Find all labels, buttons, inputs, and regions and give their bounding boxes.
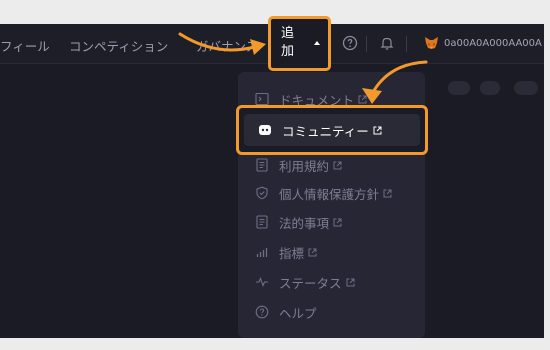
wallet-address: 0a00A0A000AA00A — [444, 37, 542, 49]
menu-item-community[interactable]: コミュニティー — [244, 114, 420, 146]
menu-item-community-highlight: コミュニティー — [236, 105, 428, 155]
right-margin — [544, 0, 550, 350]
menu-item-terms[interactable]: 利用規約 — [238, 152, 425, 178]
menu-item-label: 法的事項 — [279, 215, 330, 231]
external-link-icon — [346, 278, 355, 286]
menu-item-label: ヘルプ — [279, 305, 317, 321]
nav-item-profile[interactable]: フィール — [0, 36, 50, 55]
menu-item-label: 利用規約 — [279, 158, 330, 174]
more-menu-button[interactable]: 追 加 — [268, 16, 331, 71]
external-link-icon — [383, 189, 392, 197]
terminal-icon — [255, 92, 269, 106]
menu-item-label: 個人情報保護方針 — [279, 186, 380, 202]
annotation-arrow-icon — [178, 32, 266, 55]
menu-item-label: 指標 — [279, 245, 305, 261]
nav-divider — [406, 36, 407, 52]
bar-chart-icon — [256, 248, 268, 257]
menu-item-status[interactable]: ステータス — [238, 269, 425, 295]
help-circle-icon[interactable] — [342, 35, 358, 51]
menu-item-legal[interactable]: 法的事項 — [238, 209, 425, 235]
bottom-margin — [0, 338, 550, 350]
menu-item-privacy[interactable]: 個人情報保護方針 — [238, 180, 425, 206]
annotation-arrow-icon — [362, 60, 428, 104]
menu-item-help[interactable]: ヘルプ — [238, 299, 425, 325]
chevron-up-icon — [314, 41, 320, 45]
menu-item-label: コミュニティー — [282, 123, 369, 139]
bell-icon[interactable] — [379, 35, 395, 51]
external-link-icon — [308, 248, 317, 256]
menu-item-metrics[interactable]: 指標 — [238, 239, 425, 265]
document-icon — [256, 158, 268, 172]
document-icon — [256, 215, 268, 229]
more-button-label: 追 加 — [281, 26, 295, 59]
nav-divider — [366, 36, 367, 52]
pulse-icon — [256, 276, 268, 288]
shield-icon — [256, 186, 268, 200]
help-icon — [255, 305, 269, 319]
background-decoration — [440, 79, 544, 119]
external-link-icon — [373, 126, 382, 134]
external-link-icon — [333, 218, 342, 226]
discord-icon — [259, 125, 271, 135]
fox-wallet-icon — [425, 37, 438, 49]
screenshot-frame: フィール コンペティション ガバナンス 0a00A0A000AA00A 追 加 … — [0, 0, 550, 350]
menu-item-label: ステータス — [279, 275, 342, 291]
nav-item-competition[interactable]: コンペティション — [69, 36, 168, 55]
external-link-icon — [333, 161, 342, 169]
wallet-button[interactable]: 0a00A0A000AA00A — [424, 36, 544, 50]
